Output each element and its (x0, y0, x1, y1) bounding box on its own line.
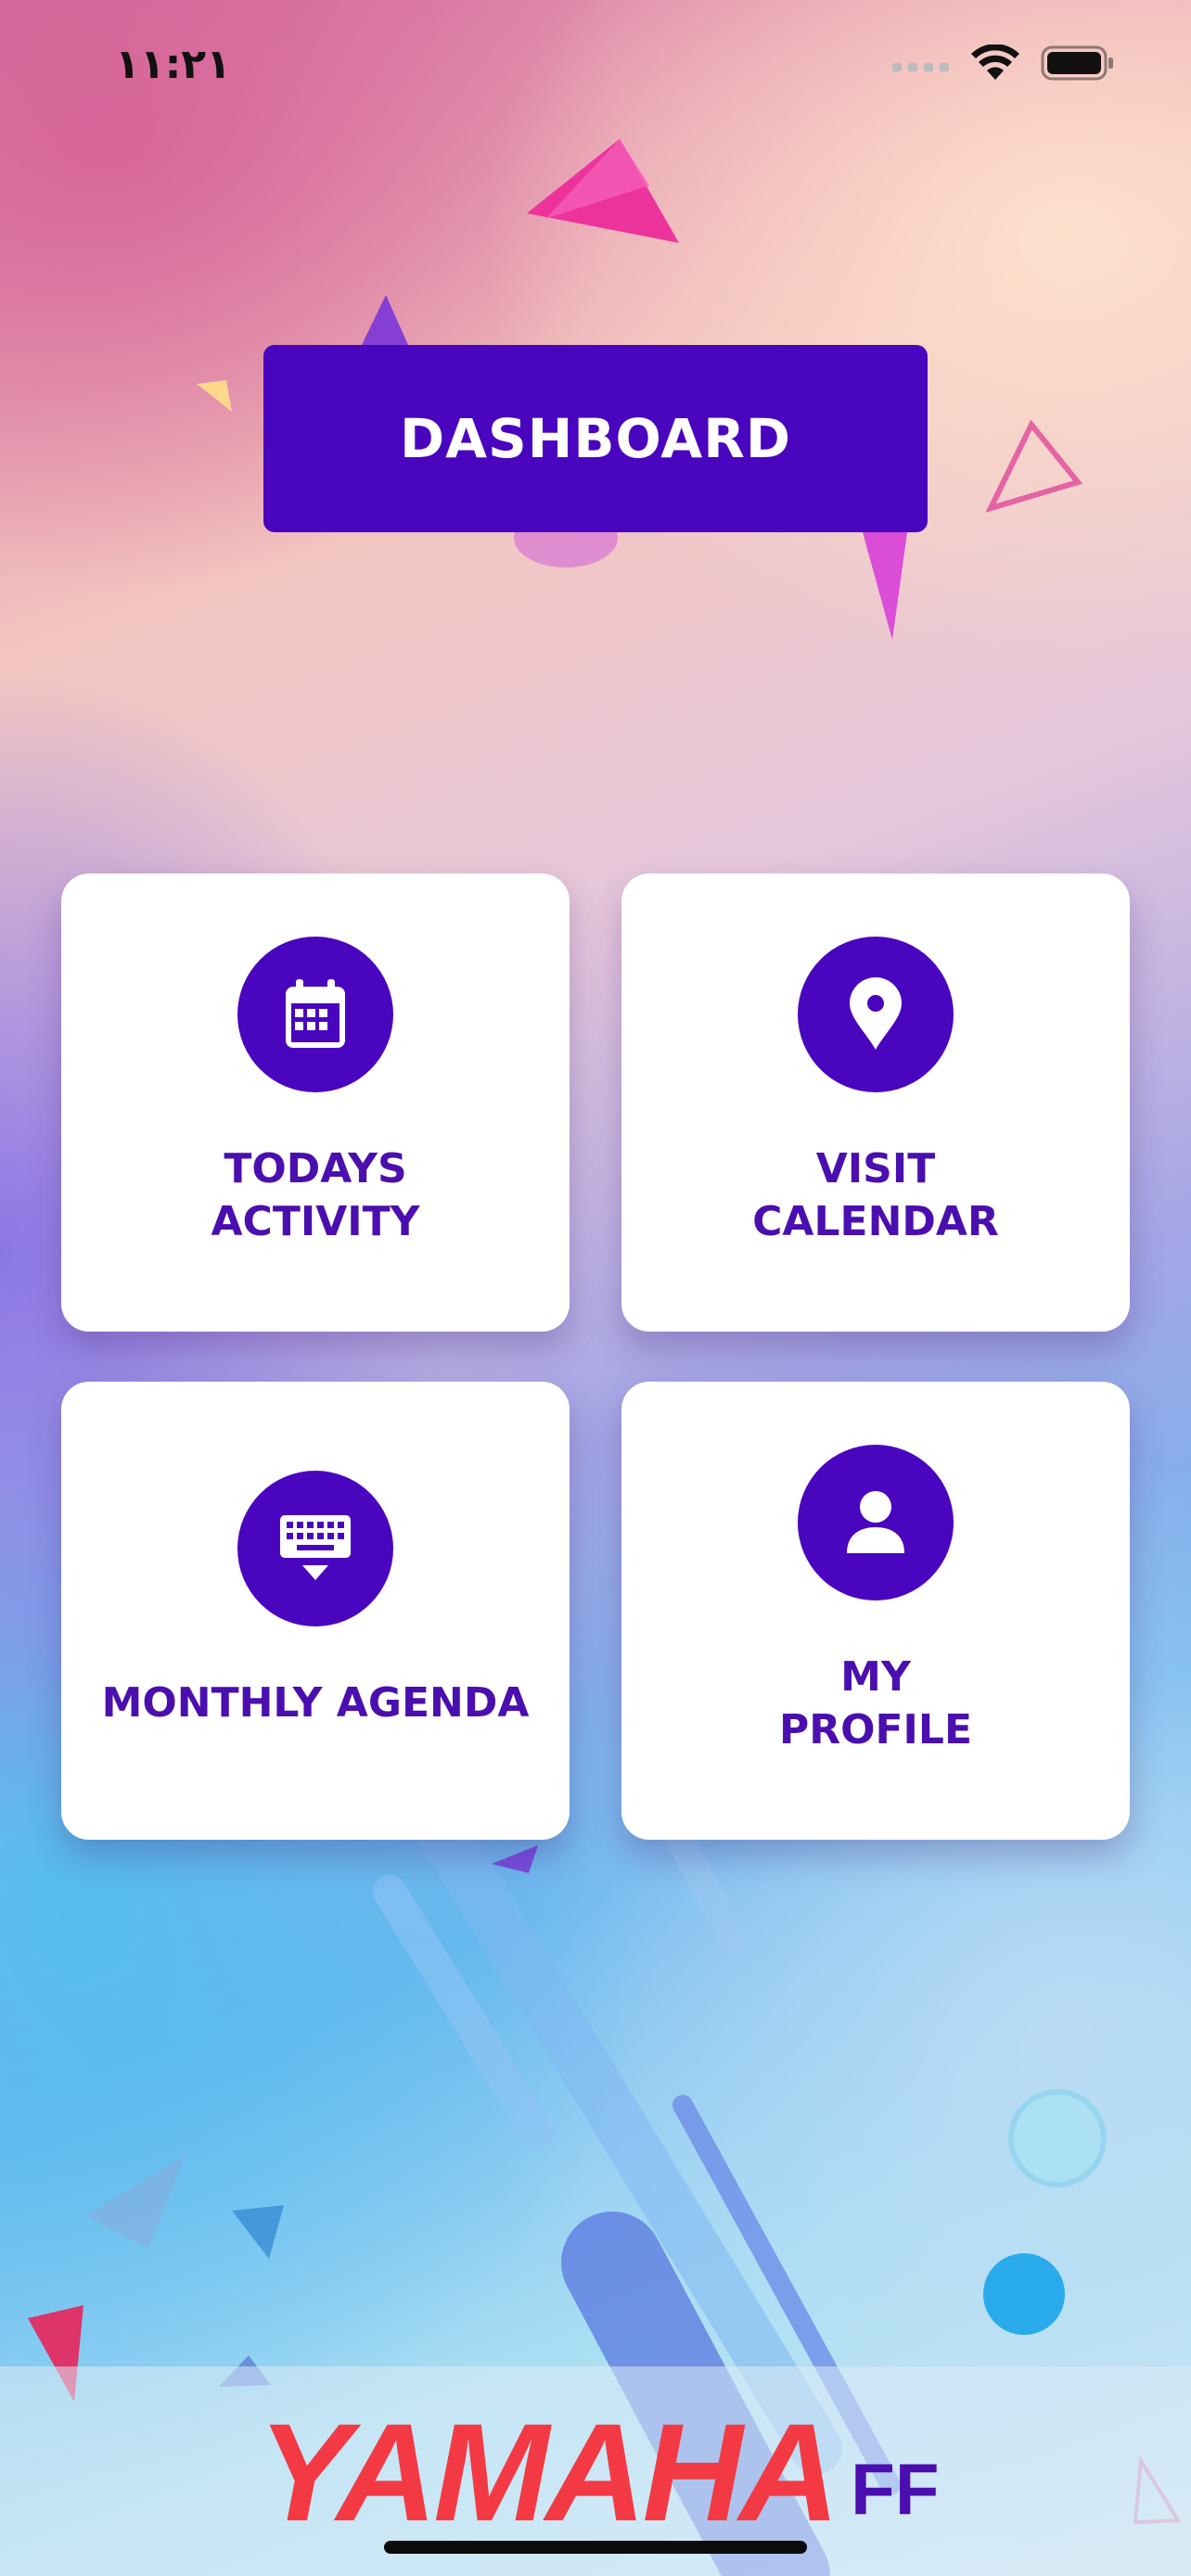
status-bar: ١١:٢١ (0, 0, 1191, 130)
status-time: ١١:٢١ (115, 41, 232, 88)
wifi-icon (971, 45, 1019, 80)
dashboard-button[interactable]: DASHBOARD (263, 345, 928, 532)
todays-activity-card[interactable]: TODAYS ACTIVITY (61, 874, 570, 1332)
status-icons (892, 45, 1115, 82)
monthly-agenda-card[interactable]: MONTHLY AGENDA (61, 1382, 570, 1840)
yamaha-logo: YAMAHA FF (258, 2394, 940, 2550)
keyboard-icon (237, 1471, 393, 1626)
calendar-icon (237, 937, 393, 1092)
logo-sub-text: FF (851, 2448, 940, 2530)
my-profile-label: MY PROFILE (778, 1653, 973, 1753)
battery-icon (1041, 45, 1113, 81)
todays-activity-label: TODAYS ACTIVITY (211, 1145, 420, 1245)
visit-calendar-card[interactable]: VISIT CALENDAR (621, 874, 1130, 1332)
person-icon (798, 1445, 954, 1600)
home-indicator[interactable] (384, 2541, 807, 2554)
visit-calendar-label: VISIT CALENDAR (752, 1145, 999, 1245)
location-pin-icon (798, 937, 954, 1092)
cellular-signal-icon (892, 63, 949, 71)
logo-main-text: YAMAHA (258, 2394, 839, 2550)
my-profile-card[interactable]: MY PROFILE (621, 1382, 1130, 1840)
monthly-agenda-label: MONTHLY AGENDA (101, 1679, 530, 1727)
